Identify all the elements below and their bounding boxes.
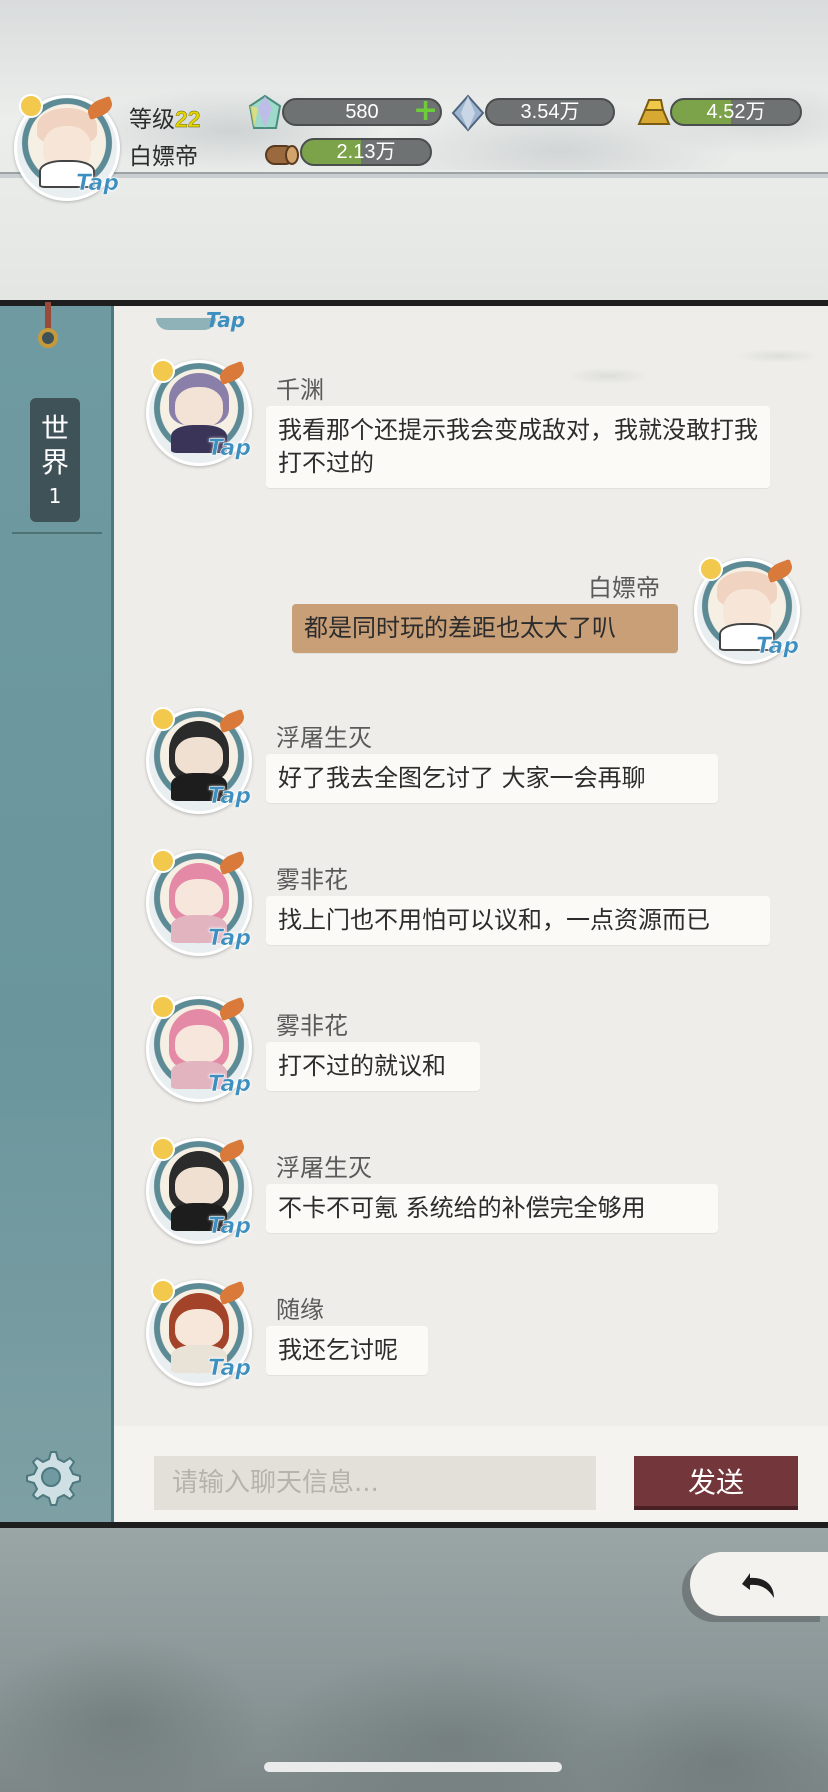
avatar[interactable]: Tap [146,1279,252,1386]
tap-label: Tap [208,926,252,952]
sun-icon [151,1137,175,1161]
chat-panel: 世界 1 Tap Tap 千渊 我看那个还提示我会变成敌对，我就没敢打我打不过的… [0,300,828,1528]
sender-name: 千渊 [276,376,324,404]
message-bubble: 不卡不可氪 系统给的补偿完全够用 [266,1184,718,1233]
leaf-icon [217,997,247,1021]
sun-icon [151,995,175,1019]
sender-name: 白嫖帝 [588,574,660,602]
leaf-icon [217,709,247,733]
leaf-icon [217,851,247,875]
sun-icon [19,94,43,118]
sender-name: 随缘 [276,1296,324,1324]
leaf-icon [765,559,795,583]
avatar[interactable]: Tap [146,995,252,1102]
message-bubble: 打不过的就议和 [266,1042,480,1091]
leaf-icon [217,361,247,385]
sender-name: 浮屠生灭 [276,724,372,752]
tap-label: Tap [206,308,246,332]
avatar-face [175,1025,223,1063]
crystal-icon [451,94,485,132]
avatar-face [175,737,223,775]
sun-icon [151,707,175,731]
message-bubble: 找上门也不用怕可以议和，一点资源而已 [266,896,770,945]
message-bubble: 好了我去全图乞讨了 大家一会再聊 [266,754,718,803]
level-number: 22 [175,106,201,132]
tab-divider [12,532,102,534]
message-list[interactable]: Tap Tap 千渊 我看那个还提示我会变成敌对，我就没敢打我打不过的 Tap … [114,306,828,1426]
home-indicator [264,1762,562,1772]
gem-icon [248,94,282,129]
wood-counter: 2.13万 [300,138,432,166]
back-arrow-icon [742,1573,774,1598]
tap-label: Tap [76,171,120,197]
sun-icon [151,1279,175,1303]
leaf-icon [217,1139,247,1163]
plus-icon[interactable]: + [413,96,438,126]
tap-label: Tap [756,634,800,660]
avatar[interactable]: Tap [146,707,252,814]
avatar-face [175,1309,223,1347]
tap-label: Tap [208,1356,252,1382]
tap-label: Tap [208,1072,252,1098]
message-bubble: 我看那个还提示我会变成敌对，我就没敢打我打不过的 [266,406,770,488]
sender-name: 雾非花 [276,866,348,894]
gear-icon[interactable] [20,1446,82,1508]
level-display: 等级22 [129,100,201,134]
wood-log-icon [265,145,299,165]
crystals-counter: 3.54万 [485,98,615,126]
gold-ingot-icon [637,99,671,125]
header-divider [0,172,828,178]
gold-counter: 4.52万 [670,98,802,126]
send-button[interactable]: 发送 [634,1456,798,1510]
sender-name: 浮屠生灭 [276,1154,372,1182]
avatar[interactable]: Tap [146,359,252,466]
avatar[interactable]: Tap [146,849,252,956]
tab-world-number: 1 [48,484,62,508]
sun-icon [151,359,175,383]
sun-icon [151,849,175,873]
player-name: 白嫖帝 [129,144,198,170]
chat-input-bar: 发送 [114,1426,828,1522]
pin-icon [38,328,58,348]
tab-world[interactable]: 世界 1 [30,398,80,522]
sun-icon [699,557,723,581]
tab-world-label: 世界 [40,412,69,479]
avatar[interactable]: Tap [694,557,800,664]
back-button[interactable] [690,1552,828,1616]
leaf-icon [217,1281,247,1305]
player-avatar[interactable]: Tap [14,94,120,201]
avatar-face [175,387,223,427]
tap-label: Tap [208,436,252,462]
avatar[interactable]: Tap [146,1137,252,1244]
channel-sidebar: 世界 1 [0,302,114,1522]
chat-input[interactable] [154,1456,596,1510]
message-bubble: 都是同时玩的差距也太大了叭 [292,604,678,653]
avatar-face [175,879,223,917]
tap-label: Tap [208,784,252,810]
message-bubble: 我还乞讨呢 [266,1326,428,1375]
avatar-face [175,1167,223,1205]
tap-label: Tap [208,1214,252,1240]
level-label: 等级 [129,106,175,132]
sender-name: 雾非花 [276,1012,348,1040]
